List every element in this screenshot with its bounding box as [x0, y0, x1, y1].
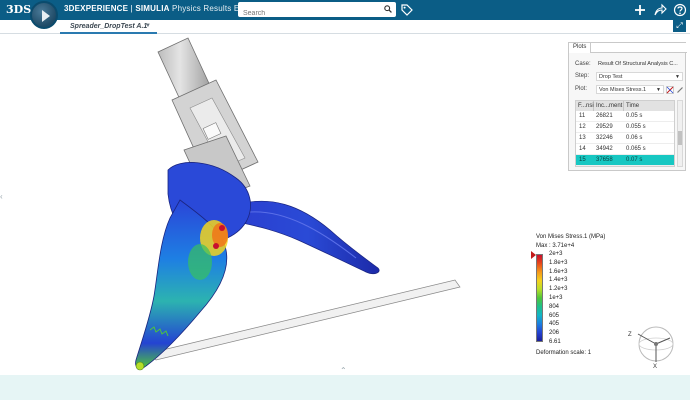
cell-time: 0.055 s — [626, 124, 646, 130]
table-row[interactable]: 11 26821 0.05 s — [576, 111, 674, 122]
edit-icon[interactable] — [676, 86, 684, 94]
step-select[interactable]: Drop Test ▼ — [596, 72, 683, 81]
legend-tick-label: 2e+3 — [549, 251, 563, 257]
help-icon[interactable] — [673, 3, 687, 17]
compass-label-z: Z — [628, 332, 632, 338]
legend-tick-label: 1e+3 — [549, 295, 563, 301]
legend-color-bar — [536, 254, 543, 342]
step-value: Drop Test — [599, 74, 623, 80]
cell-frame: 11 — [579, 113, 586, 119]
plot-value: Von Mises Stress.1 — [599, 87, 647, 93]
cell-time: 0.06 s — [626, 135, 643, 141]
cell-frame: 12 — [579, 124, 586, 130]
legend-tick-label: 605 — [549, 312, 560, 319]
plus-icon[interactable] — [633, 3, 647, 17]
table-row[interactable]: 13 32246 0.06 s — [576, 133, 674, 144]
table-row-selected[interactable]: 15 37658 0.07 s — [576, 155, 674, 166]
legend-tick-label: 1.2e+3 — [549, 286, 568, 293]
chevron-down-icon[interactable]: ▼ — [145, 23, 151, 29]
compass-axis-z — [637, 333, 657, 345]
case-value: Result Of Structural Analysis C... — [598, 61, 678, 67]
search-box — [238, 2, 396, 21]
legend-tick-label: 206 — [549, 330, 560, 337]
legend-tick-label: 804 — [549, 303, 560, 310]
bottom-action-bar — [0, 375, 690, 400]
cell-frame: 14 — [579, 146, 586, 152]
pivot-bolt-upper — [219, 225, 225, 231]
share-icon[interactable] — [653, 3, 667, 17]
plot-settings-icon[interactable] — [666, 86, 674, 94]
tab-bar: Spreader_DropTest A.1 ▼ — [0, 20, 690, 34]
cell-increment: 29529 — [596, 124, 613, 130]
plot-select[interactable]: Von Mises Stress.1 ▼ — [596, 85, 664, 94]
cell-time: 0.065 s — [626, 146, 646, 152]
table-header-time[interactable]: Time — [624, 101, 674, 111]
cell-frame: 15 — [579, 157, 586, 163]
play-icon — [42, 10, 50, 22]
bottom-panel-handle[interactable]: ⌃ — [340, 366, 347, 375]
table-header-frame[interactable]: F...nsi — [576, 101, 594, 111]
legend-title: Von Mises Stress.1 (MPa) — [536, 234, 606, 240]
chevron-down-icon: ▼ — [656, 87, 661, 93]
cell-time: 0.07 s — [626, 157, 643, 163]
legend-tick-label: 6.61 — [549, 339, 561, 345]
tip-contact — [135, 361, 145, 371]
stress-hotspot-green — [188, 244, 212, 280]
plot-label: Plot: — [575, 86, 588, 92]
table-row[interactable]: 14 34942 0.065 s — [576, 144, 674, 155]
table-header-increment[interactable]: Inc...ment — [594, 101, 624, 111]
legend-tick-label: 1.6e+3 — [549, 268, 568, 275]
frames-table: F...nsi Inc...ment Time 11 26821 0.05 s 12… — [575, 100, 675, 167]
top-bar: 3DS 3DEXPERIENCE | SIMULIA Physics Resul… — [0, 0, 690, 21]
view-compass[interactable]: Z X — [626, 318, 686, 368]
tag-icon[interactable] — [400, 3, 414, 17]
plots-tab-header: Plots — [569, 43, 687, 53]
legend-tick-label: 1.8e+3 — [549, 259, 568, 266]
left-panel-handle[interactable]: ‹ — [0, 192, 3, 201]
compass-center — [654, 342, 658, 346]
cell-frame: 13 — [579, 135, 586, 141]
deformation-scale: Deformation scale: 1 — [536, 350, 592, 356]
scrollbar-thumb[interactable] — [678, 131, 682, 145]
cell-increment: 32246 — [596, 135, 613, 141]
cell-increment: 26821 — [596, 113, 613, 119]
pivot-bolt-lower — [213, 243, 219, 249]
chevron-down-icon: ▼ — [675, 74, 680, 80]
tab-spreader-droptest[interactable]: Spreader_DropTest A.1 — [60, 21, 158, 34]
table-scrollbar[interactable] — [677, 100, 683, 167]
legend-tick-label: 1.4e+3 — [549, 277, 568, 284]
cell-increment: 34942 — [596, 146, 613, 152]
legend-tick-label: 405 — [549, 321, 560, 328]
table-row[interactable]: 12 29529 0.055 s — [576, 122, 674, 133]
cell-increment: 37658 — [596, 157, 613, 163]
search-input[interactable] — [238, 6, 378, 21]
tab-plots[interactable]: Plots — [569, 43, 592, 53]
app-title-3dexperience: 3DEXPERIENCE — [64, 4, 129, 13]
stress-legend: Von Mises Stress.1 (MPa) Max : 3.71e+4 2… — [531, 234, 636, 359]
legend-max: Max : 3.71e+4 — [536, 243, 575, 249]
case-label: Case: — [575, 61, 591, 67]
compass-label-x: X — [653, 364, 657, 368]
app-title-simulia: SIMULIA — [135, 4, 170, 13]
brand-logo[interactable]: 3DS — [6, 3, 31, 16]
expand-icon[interactable]: ⤢ — [673, 20, 686, 32]
step-label: Step: — [575, 73, 590, 79]
compass-button[interactable] — [30, 1, 58, 29]
plots-panel: Plots Case: Result Of Structural Analysi… — [568, 42, 687, 171]
search-icon[interactable] — [384, 5, 392, 13]
app-title: 3DEXPERIENCE | SIMULIA Physics Results E… — [64, 4, 265, 13]
cell-time: 0.05 s — [626, 113, 643, 119]
